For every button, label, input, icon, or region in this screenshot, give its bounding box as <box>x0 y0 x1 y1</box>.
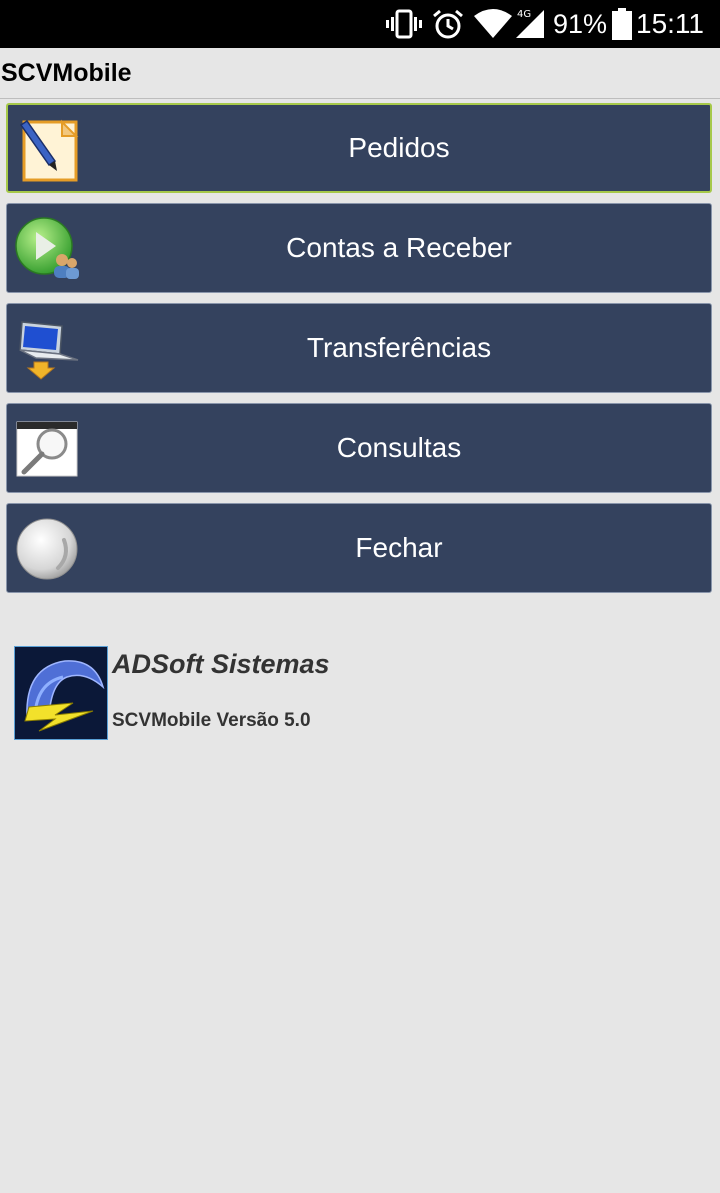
menu-button-label: Pedidos <box>348 132 450 163</box>
wifi-icon <box>474 9 512 38</box>
menu-button-label: Transferências <box>306 332 492 363</box>
menu-button-contas-a-receber[interactable]: Contas a Receber <box>6 203 712 293</box>
status-bar: 4G 91% 15:11 <box>0 0 720 48</box>
app-title: SCVMobile <box>1 59 132 87</box>
adsoft-logo-icon <box>14 646 108 740</box>
battery-percent: 91% <box>553 9 608 39</box>
app-title-bar: SCVMobile <box>0 48 720 99</box>
menu-button-label: Consultas <box>336 432 462 463</box>
menu-button-label: Fechar <box>355 532 443 563</box>
menu-button-transferencias[interactable]: Transferências <box>6 303 712 393</box>
menu-button-fechar[interactable]: Fechar <box>6 503 712 593</box>
company-name: ADSoft Sistemas <box>112 649 330 679</box>
battery-icon <box>612 8 632 40</box>
menu-button-label: Contas a Receber <box>286 232 512 263</box>
alarm-icon <box>433 9 463 39</box>
vibrate-icon <box>386 9 422 39</box>
brand-info: ADSoft Sistemas SCVMobile Versão 5.0 <box>14 646 614 742</box>
app-version: SCVMobile Versão 5.0 <box>112 710 311 731</box>
menu-button-consultas[interactable]: Consultas <box>6 403 712 493</box>
network-type: 4G <box>517 9 532 20</box>
menu-button-pedidos[interactable]: Pedidos <box>6 103 712 193</box>
clock: 15:11 <box>636 8 704 39</box>
